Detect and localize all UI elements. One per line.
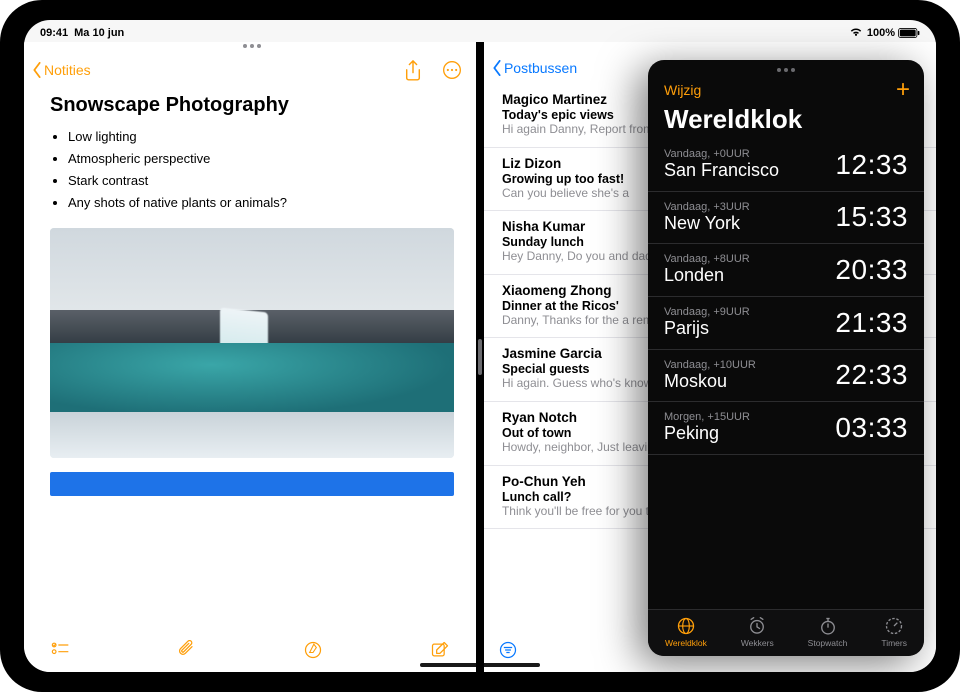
clock-meta: Morgen, +15UUR [664,411,750,423]
clock-city: Londen [664,265,750,286]
globe-icon [676,616,696,636]
clock-time: 12:33 [835,149,908,181]
note-bullet: Any shots of native plants or animals? [68,193,454,213]
notes-nav: Notities [24,42,476,86]
clock-time: 21:33 [835,307,908,339]
note-selection-bar [50,472,454,496]
clock-time: 15:33 [835,201,908,233]
note-image[interactable] [50,228,454,458]
note-bullet: Low lighting [68,127,454,147]
note-bullet: Stark contrast [68,171,454,191]
clock-city: Parijs [664,318,750,339]
notes-back-button[interactable]: Notities [32,62,91,78]
clock-time: 22:33 [835,359,908,391]
clock-time: 20:33 [835,254,908,286]
attach-icon[interactable] [177,640,197,660]
share-icon[interactable] [404,60,424,80]
tab-label: Wereldklok [665,638,707,648]
battery-indicator: 100% [867,27,920,39]
clock-edit-button[interactable]: Wijzig [664,82,701,98]
tab-stopwatch[interactable]: Stopwatch [808,616,848,648]
tab-label: Stopwatch [808,638,848,648]
screen: 09:41 Ma 10 jun 100% Notiti [24,20,936,672]
mail-back-button[interactable]: Postbussen [492,60,577,76]
tab-timers[interactable]: Timers [881,616,907,648]
home-indicator[interactable] [420,663,540,667]
clock-city: Moskou [664,371,756,392]
clock-tabbar: Wereldklok Wekkers Stopwatch Timers [648,609,924,656]
clock-row[interactable]: Vandaag, +8UUR Londen 20:33 [648,244,924,297]
clock-meta: Vandaag, +10UUR [664,359,756,371]
clock-row[interactable]: Vandaag, +10UUR Moskou 22:33 [648,350,924,403]
note-bullet: Atmospheric perspective [68,149,454,169]
note-content[interactable]: Snowscape Photography Low lighting Atmos… [24,86,476,632]
tab-label: Timers [881,638,907,648]
tab-label: Wekkers [741,638,774,648]
clock-title: Wereldklok [648,104,924,139]
alarm-icon [747,616,767,636]
world-clock-list[interactable]: Vandaag, +0UUR San Francisco 12:33 Vanda… [648,139,924,609]
clock-city: Peking [664,423,750,444]
battery-pct: 100% [867,27,895,39]
clock-city: New York [664,213,750,234]
note-bullet-list: Low lighting Atmospheric perspective Sta… [50,127,454,214]
mail-back-label: Postbussen [504,60,577,76]
clock-slideover[interactable]: Wijzig + Wereldklok Vandaag, +0UUR San F… [648,60,924,656]
stopwatch-icon [818,616,838,636]
tab-alarms[interactable]: Wekkers [741,616,774,648]
clock-add-button[interactable]: + [896,78,910,102]
clock-row[interactable]: Vandaag, +9UUR Parijs 21:33 [648,297,924,350]
clock-meta: Vandaag, +8UUR [664,253,750,265]
more-icon[interactable] [442,60,462,80]
notes-app: Notities Snowscape Photography Lo [24,42,476,672]
status-bar: 09:41 Ma 10 jun 100% [24,20,936,42]
filter-icon[interactable] [498,640,518,660]
clock-row[interactable]: Morgen, +15UUR Peking 03:33 [648,402,924,455]
clock-row[interactable]: Vandaag, +0UUR San Francisco 12:33 [648,139,924,192]
notes-back-label: Notities [44,62,91,78]
markup-icon[interactable] [303,640,323,660]
clock-meta: Vandaag, +3UUR [664,201,750,213]
clock-meta: Vandaag, +0UUR [664,148,779,160]
status-date: Ma 10 jun [74,27,124,39]
multitask-dots-left[interactable] [243,44,261,48]
compose-icon[interactable] [430,640,450,660]
tab-worldclock[interactable]: Wereldklok [665,616,707,648]
notes-toolbar [24,632,476,672]
timer-icon [884,616,904,636]
status-time: 09:41 [40,27,68,39]
checklist-icon[interactable] [50,640,70,660]
clock-time: 03:33 [835,412,908,444]
clock-city: San Francisco [664,160,779,181]
ipad-frame: 09:41 Ma 10 jun 100% Notiti [0,0,960,692]
note-title: Snowscape Photography [50,94,454,117]
wifi-icon [849,27,863,40]
splitview-divider[interactable] [476,42,484,672]
multitask-dots-slideover[interactable] [648,60,924,76]
clock-meta: Vandaag, +9UUR [664,306,750,318]
clock-row[interactable]: Vandaag, +3UUR New York 15:33 [648,192,924,245]
